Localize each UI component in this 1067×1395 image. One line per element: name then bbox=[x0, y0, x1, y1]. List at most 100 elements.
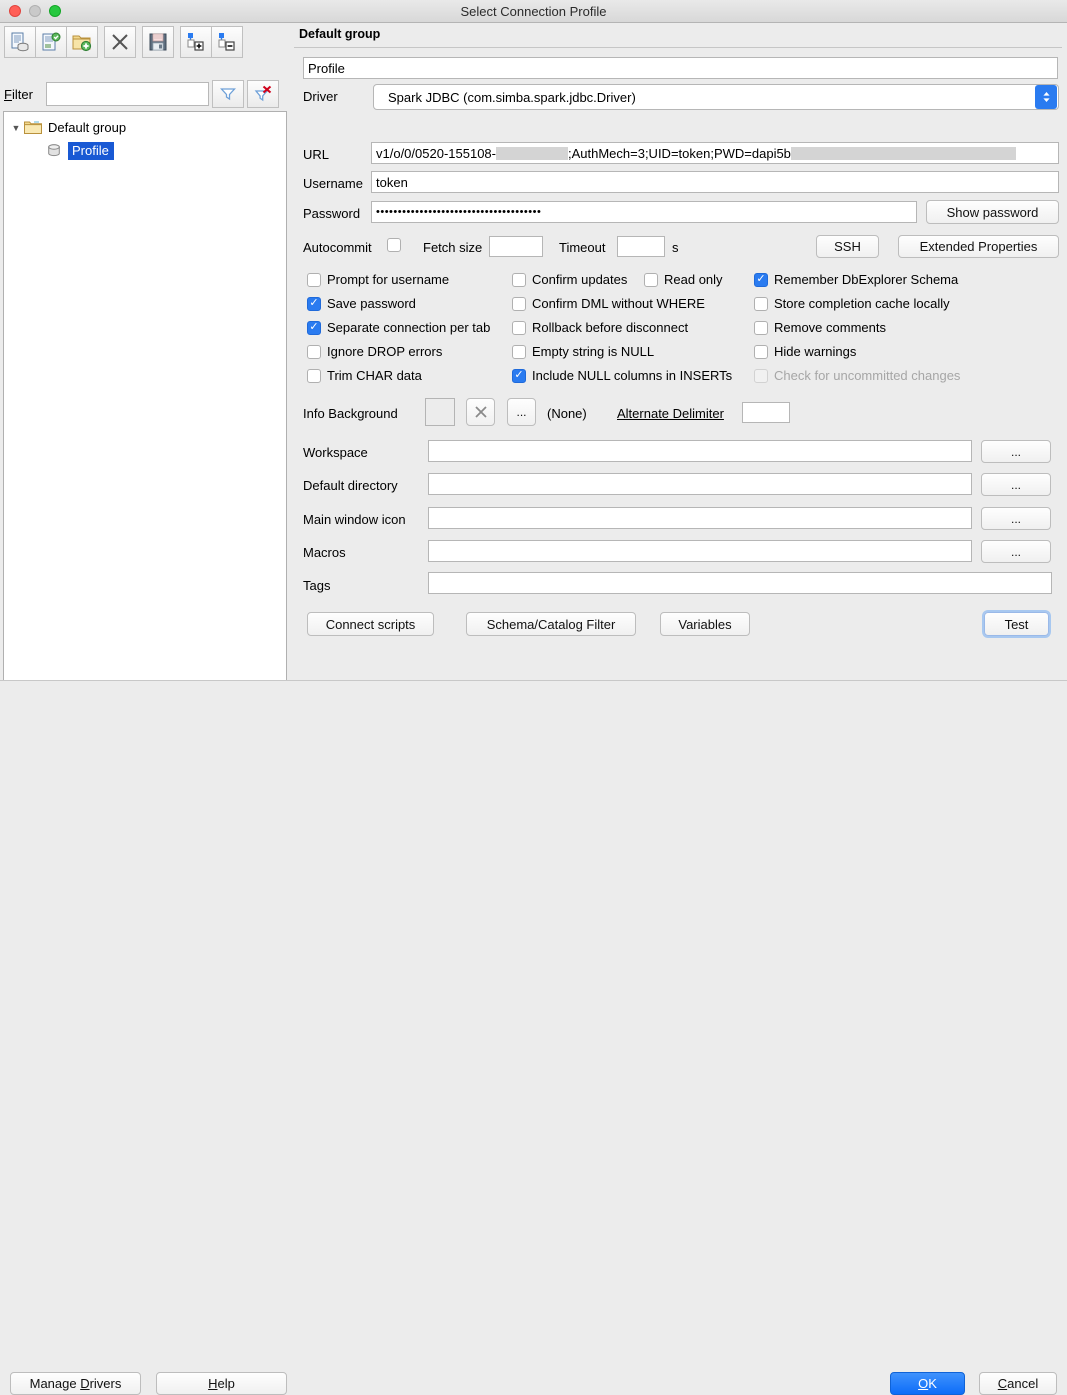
checkbox-remember-dbexplorer-schema[interactable]: Remember DbExplorer Schema bbox=[754, 272, 958, 287]
checkbox-prompt-for-username[interactable]: Prompt for username bbox=[307, 272, 449, 287]
timeout-label: Timeout bbox=[559, 240, 605, 255]
checkbox-box[interactable] bbox=[644, 273, 658, 287]
minimize-window-button[interactable] bbox=[29, 5, 41, 17]
checkbox-box bbox=[754, 369, 768, 383]
connect-scripts-button[interactable]: Connect scripts bbox=[307, 612, 434, 636]
workspace-input[interactable] bbox=[428, 440, 972, 462]
checkbox-ignore-drop-errors[interactable]: Ignore DROP errors bbox=[307, 344, 442, 359]
copy-profile-button[interactable] bbox=[35, 26, 67, 58]
password-input[interactable]: •••••••••••••••••••••••••••••••••••••• bbox=[371, 201, 917, 223]
main-window-icon-input[interactable] bbox=[428, 507, 972, 529]
clear-filter-button[interactable] bbox=[247, 80, 279, 108]
checkbox-box[interactable] bbox=[307, 321, 321, 335]
driver-dropdown-arrow[interactable] bbox=[1035, 85, 1057, 109]
url-input[interactable]: v1/o/0/0520-155108- ;AuthMech=3;UID=toke… bbox=[371, 142, 1059, 164]
timeout-input[interactable] bbox=[617, 236, 665, 257]
checkbox-box[interactable] bbox=[512, 369, 526, 383]
ok-button[interactable]: OK bbox=[890, 1372, 965, 1395]
expand-tree-button[interactable] bbox=[180, 26, 212, 58]
checkbox-box[interactable] bbox=[307, 369, 321, 383]
autocommit-label: Autocommit bbox=[303, 240, 372, 255]
main-window-icon-browse-button[interactable]: ... bbox=[981, 507, 1051, 530]
tree-item-profile[interactable]: Profile bbox=[4, 139, 286, 162]
new-folder-button[interactable] bbox=[66, 26, 98, 58]
ssh-button[interactable]: SSH bbox=[816, 235, 879, 258]
autocommit-checkbox[interactable] bbox=[387, 238, 401, 252]
delete-profile-button[interactable] bbox=[104, 26, 136, 58]
chevron-up-down-icon bbox=[1042, 90, 1051, 104]
checkbox-box[interactable] bbox=[512, 273, 526, 287]
new-profile-button[interactable] bbox=[4, 26, 36, 58]
checkbox-box[interactable] bbox=[307, 345, 321, 359]
checkbox-label: Store completion cache locally bbox=[774, 296, 950, 311]
checkbox-separate-connection-per-tab[interactable]: Separate connection per tab bbox=[307, 320, 490, 335]
close-window-button[interactable] bbox=[9, 5, 21, 17]
tags-input[interactable] bbox=[428, 572, 1052, 594]
checkbox-empty-string-is-null[interactable]: Empty string is NULL bbox=[512, 344, 654, 359]
checkbox-box[interactable] bbox=[754, 273, 768, 287]
fetch-size-label: Fetch size bbox=[423, 240, 482, 255]
checkbox-label: Empty string is NULL bbox=[532, 344, 654, 359]
zoom-window-button[interactable] bbox=[49, 5, 61, 17]
help-button[interactable]: Help bbox=[156, 1372, 287, 1395]
checkbox-box[interactable] bbox=[512, 297, 526, 311]
checkbox-box[interactable] bbox=[754, 345, 768, 359]
checkbox-hide-warnings[interactable]: Hide warnings bbox=[754, 344, 856, 359]
macros-browse-button[interactable]: ... bbox=[981, 540, 1051, 563]
database-new-icon bbox=[9, 31, 31, 53]
workspace-browse-button[interactable]: ... bbox=[981, 440, 1051, 463]
checkbox-box[interactable] bbox=[512, 345, 526, 359]
default-directory-input[interactable] bbox=[428, 473, 972, 495]
chevron-down-icon[interactable]: ▼ bbox=[8, 123, 24, 133]
tree-collapse-icon bbox=[216, 31, 238, 53]
cancel-button[interactable]: Cancel bbox=[979, 1372, 1057, 1395]
checkbox-remove-comments[interactable]: Remove comments bbox=[754, 320, 886, 335]
checkbox-rollback-before-disconnect[interactable]: Rollback before disconnect bbox=[512, 320, 688, 335]
info-background-label: Info Background bbox=[303, 406, 398, 421]
checkbox-include-null-columns-in-inserts[interactable]: Include NULL columns in INSERTs bbox=[512, 368, 732, 383]
username-input[interactable] bbox=[371, 171, 1059, 193]
filter-label: Filter bbox=[4, 87, 46, 102]
extended-properties-button[interactable]: Extended Properties bbox=[898, 235, 1059, 258]
default-directory-browse-button[interactable]: ... bbox=[981, 473, 1051, 496]
checkbox-save-password[interactable]: Save password bbox=[307, 296, 416, 311]
profile-tree[interactable]: ▼ Default group Profile bbox=[3, 111, 287, 699]
save-profiles-button[interactable] bbox=[142, 26, 174, 58]
checkbox-confirm-dml-without-where[interactable]: Confirm DML without WHERE bbox=[512, 296, 705, 311]
profile-name-input[interactable] bbox=[303, 57, 1058, 79]
window-title: Select Connection Profile bbox=[0, 4, 1067, 19]
show-password-button[interactable]: Show password bbox=[926, 200, 1059, 224]
apply-filter-button[interactable] bbox=[212, 80, 244, 108]
checkbox-box[interactable] bbox=[307, 273, 321, 287]
ok-label: OK bbox=[918, 1376, 937, 1391]
variables-button[interactable]: Variables bbox=[660, 612, 750, 636]
collapse-tree-button[interactable] bbox=[211, 26, 243, 58]
checkbox-confirm-updates[interactable]: Confirm updates bbox=[512, 272, 627, 287]
checkbox-store-completion-cache-locally[interactable]: Store completion cache locally bbox=[754, 296, 950, 311]
tree-item-default-group[interactable]: ▼ Default group bbox=[4, 116, 286, 139]
help-label: Help bbox=[208, 1376, 235, 1391]
checkbox-box[interactable] bbox=[307, 297, 321, 311]
timeout-unit-label: s bbox=[672, 240, 679, 255]
filter-input[interactable] bbox=[46, 82, 209, 106]
folder-add-icon bbox=[71, 31, 93, 53]
test-connection-button[interactable]: Test bbox=[984, 612, 1049, 636]
default-directory-label: Default directory bbox=[303, 478, 398, 493]
choose-info-background-button[interactable]: ... bbox=[507, 398, 536, 426]
macros-input[interactable] bbox=[428, 540, 972, 562]
clear-info-background-button[interactable] bbox=[466, 398, 495, 426]
info-background-color-swatch[interactable] bbox=[425, 398, 455, 426]
checkbox-label: Hide warnings bbox=[774, 344, 856, 359]
manage-drivers-button[interactable]: Manage Drivers bbox=[10, 1372, 141, 1395]
alternate-delimiter-input[interactable] bbox=[742, 402, 790, 423]
checkbox-box[interactable] bbox=[754, 321, 768, 335]
fetch-size-input[interactable] bbox=[489, 236, 543, 257]
checkbox-box[interactable] bbox=[512, 321, 526, 335]
schema-catalog-filter-button[interactable]: Schema/Catalog Filter bbox=[466, 612, 636, 636]
driver-combobox[interactable]: Spark JDBC (com.simba.spark.jdbc.Driver) bbox=[373, 84, 1059, 110]
main-window-icon-label: Main window icon bbox=[303, 512, 406, 527]
alternate-delimiter-link[interactable]: Alternate Delimiter bbox=[617, 406, 724, 421]
checkbox-read-only[interactable]: Read only bbox=[644, 272, 723, 287]
checkbox-trim-char-data[interactable]: Trim CHAR data bbox=[307, 368, 422, 383]
checkbox-box[interactable] bbox=[754, 297, 768, 311]
